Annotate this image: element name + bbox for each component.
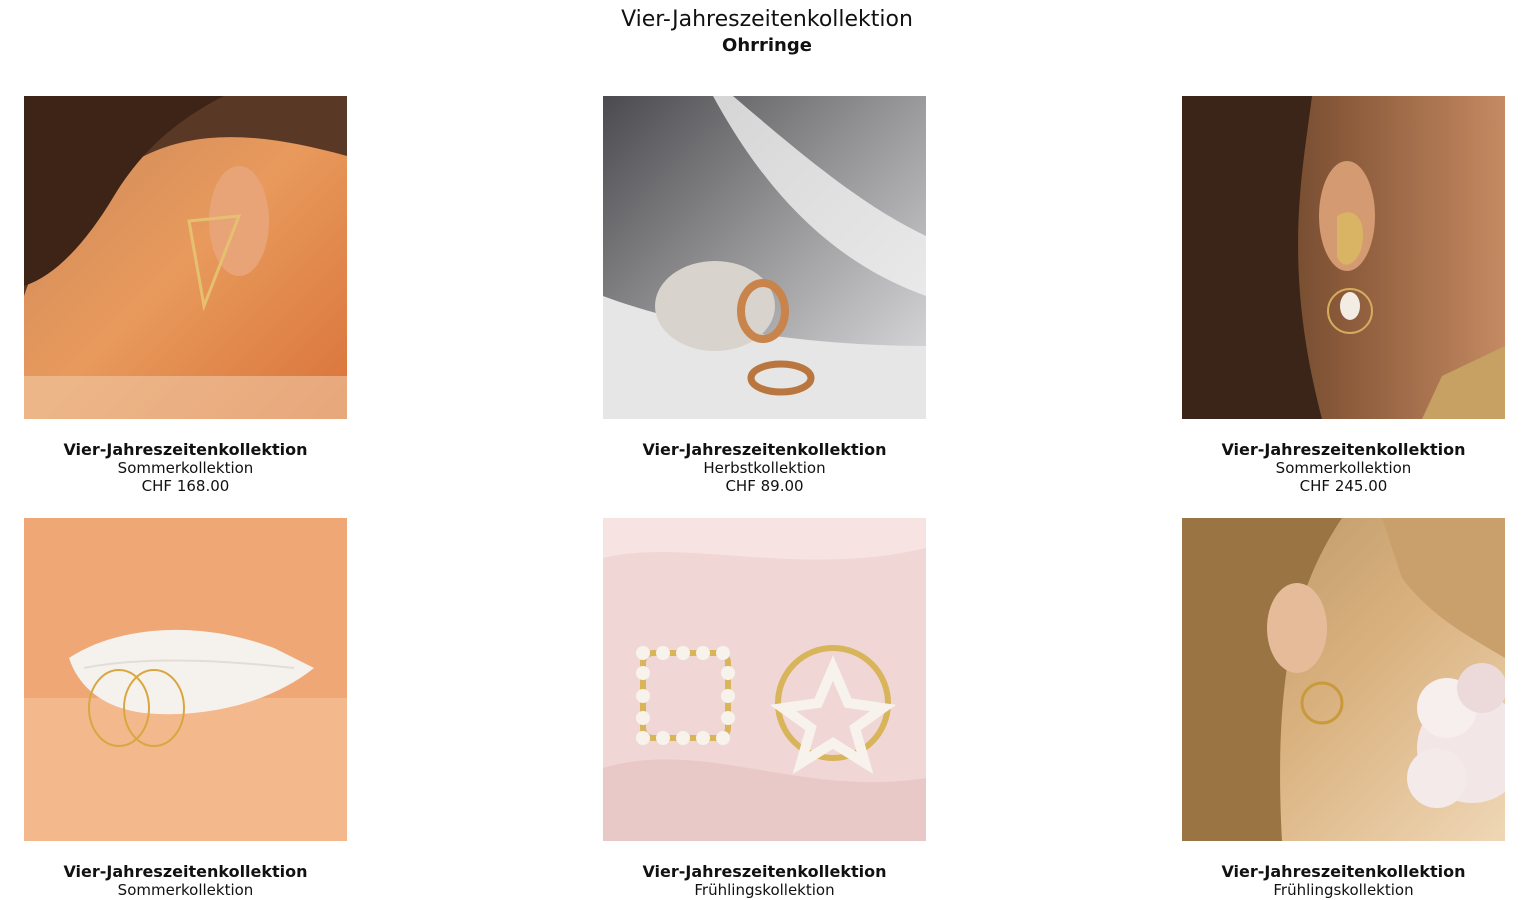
page-header: Vier-Jahreszeitenkollektion Ohrringe [0,6,1534,58]
product-name[interactable]: Vier-Jahreszeitenkollektion [603,441,926,459]
product-card[interactable]: Vier-Jahreszeitenkollektion Sommerkollek… [24,518,347,899]
product-card[interactable]: Vier-Jahreszeitenkollektion Sommerkollek… [24,96,347,495]
product-name[interactable]: Vier-Jahreszeitenkollektion [1182,441,1505,459]
product-price: CHF 245.00 [1299,477,1388,495]
product-collection: Herbstkollektion [703,459,826,477]
product-info: Vier-Jahreszeitenkollektion Sommerkollek… [24,863,347,900]
product-image[interactable] [603,96,926,419]
product-card[interactable]: Vier-Jahreszeitenkollektion Herbstkollek… [603,96,926,495]
hoops-on-seashell-image [24,518,347,841]
product-image[interactable] [24,518,347,841]
product-name[interactable]: Vier-Jahreszeitenkollektion [24,441,347,459]
woman-with-flowers-image [1182,518,1505,841]
product-name[interactable]: Vier-Jahreszeitenkollektion [603,863,926,881]
product-collection: Sommerkollektion [117,881,254,899]
product-collection: Sommerkollektion [1275,459,1412,477]
product-image[interactable] [1182,96,1505,419]
product-price: CHF 168.00 [141,477,230,495]
product-card[interactable]: Vier-Jahreszeitenkollektion Frühlingskol… [1182,518,1505,899]
hoops-on-stone-image [603,96,926,419]
product-image[interactable] [1182,518,1505,841]
product-collection: Frühlingskollektion [1273,881,1414,899]
product-collection: Sommerkollektion [117,459,254,477]
product-price: CHF 89.00 [725,477,804,495]
product-card[interactable]: Vier-Jahreszeitenkollektion Frühlingskol… [603,518,926,899]
category-title: Ohrringe [722,35,812,56]
product-name[interactable]: Vier-Jahreszeitenkollektion [24,863,347,881]
woman-earring-image [24,96,347,419]
product-info: Vier-Jahreszeitenkollektion Sommerkollek… [1182,441,1505,496]
product-collection: Frühlingskollektion [694,881,835,899]
product-name[interactable]: Vier-Jahreszeitenkollektion [1182,863,1505,881]
product-info: Vier-Jahreszeitenkollektion Sommerkollek… [24,441,347,496]
product-info: Vier-Jahreszeitenkollektion Frühlingskol… [603,863,926,900]
product-card[interactable]: Vier-Jahreszeitenkollektion Sommerkollek… [1182,96,1505,495]
pearl-hoops-image [603,518,926,841]
product-image[interactable] [24,96,347,419]
product-listing-page: Vier-Jahreszeitenkollektion Ohrringe Vie… [0,0,1534,900]
woman-pearl-earring-image [1182,96,1505,419]
product-info: Vier-Jahreszeitenkollektion Herbstkollek… [603,441,926,496]
page-title: Vier-Jahreszeitenkollektion [621,7,913,32]
product-image[interactable] [603,518,926,841]
product-info: Vier-Jahreszeitenkollektion Frühlingskol… [1182,863,1505,900]
